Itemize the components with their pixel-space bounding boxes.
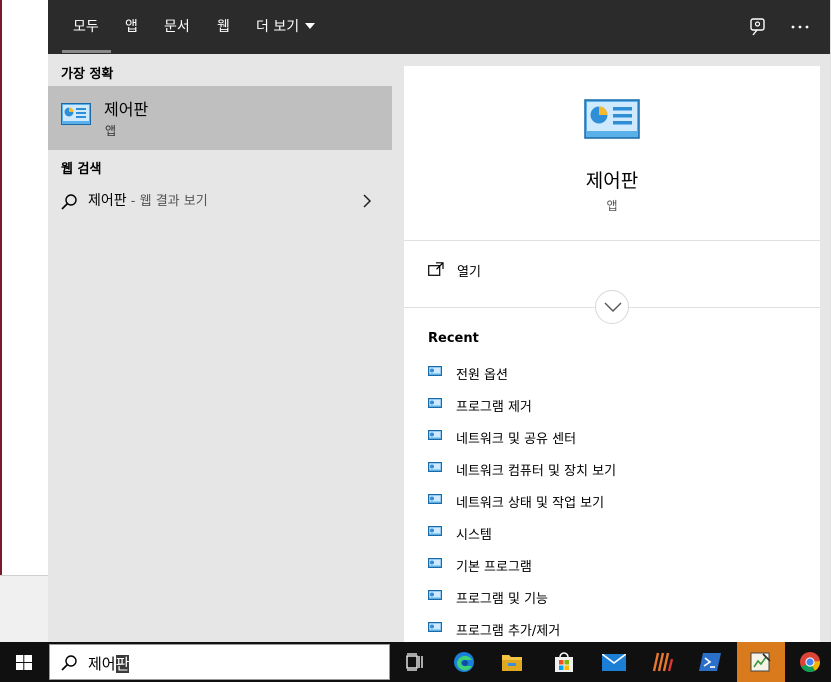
chrome-icon — [800, 652, 820, 673]
control-panel-icon — [428, 558, 442, 568]
recent-item[interactable]: 전원 옵션 — [428, 362, 808, 384]
search-filter-bar: 모두 앱 문서 웹 더 보기 — [48, 0, 830, 54]
recent-item-label: 프로그램 추가/제거 — [456, 624, 561, 639]
web-search-heading: 웹 검색 — [61, 162, 102, 177]
windows-logo-icon — [16, 655, 32, 670]
control-panel-icon — [428, 398, 442, 408]
file-explorer-button[interactable] — [488, 646, 536, 678]
control-panel-icon — [428, 526, 442, 536]
chevron-down-icon — [305, 23, 316, 29]
tab-apps[interactable]: 앱 — [125, 17, 138, 37]
control-panel-icon — [584, 99, 640, 139]
recent-item-label: 전원 옵션 — [456, 368, 508, 383]
recent-item-label: 기본 프로그램 — [456, 560, 532, 575]
open-label: 열기 — [457, 265, 481, 280]
edge-button[interactable] — [440, 646, 488, 678]
taskbar: 제어판 — [0, 642, 831, 682]
recent-item-label: 프로그램 제거 — [456, 400, 532, 415]
chrome-button[interactable] — [786, 646, 831, 678]
recent-heading: Recent — [428, 331, 479, 346]
recent-item-label: 프로그램 및 기능 — [456, 592, 548, 607]
start-button[interactable] — [0, 642, 48, 682]
search-typed-text: 제어 — [88, 655, 116, 673]
tab-documents[interactable]: 문서 — [164, 17, 190, 37]
recent-item-label: 네트워크 및 공유 센터 — [456, 432, 577, 447]
tab-more-label: 더 보기 — [256, 19, 300, 35]
recent-item[interactable]: 프로그램 추가/제거 — [428, 618, 808, 640]
detail-title: 제어판 — [585, 170, 639, 192]
control-panel-icon — [428, 366, 442, 376]
control-panel-icon — [428, 462, 442, 472]
search-icon — [61, 655, 77, 671]
taskbar-search-box[interactable]: 제어판 — [49, 644, 390, 680]
recent-item-label: 네트워크 컴퓨터 및 장치 보기 — [456, 464, 617, 479]
powershell-button[interactable] — [686, 646, 734, 678]
results-list: 가장 정확 제어판 앱 웹 검색 제어판 - 웹 결과 보기 — [48, 54, 392, 642]
web-search-query: 제어판 — [88, 193, 127, 209]
search-icon — [61, 194, 77, 210]
tab-all[interactable]: 모두 — [73, 17, 99, 37]
open-icon — [428, 262, 444, 276]
recent-item-label: 네트워크 상태 및 작업 보기 — [456, 496, 605, 511]
recent-item[interactable]: 프로그램 제거 — [428, 394, 808, 416]
search-composing-char: 판 — [115, 655, 130, 673]
control-panel-icon — [428, 494, 442, 504]
recent-item[interactable]: 프로그램 및 기능 — [428, 586, 808, 608]
background-window-left — [0, 0, 48, 642]
mail-button[interactable] — [590, 646, 638, 678]
store-icon — [555, 652, 573, 672]
active-tab-indicator — [62, 50, 111, 53]
edge-icon — [454, 652, 474, 672]
control-panel-icon — [61, 103, 91, 125]
tab-more[interactable]: 더 보기 — [256, 17, 316, 37]
detail-subtitle: 앱 — [606, 199, 618, 213]
detail-header: 제어판 앱 — [404, 66, 820, 241]
task-view-icon — [406, 653, 423, 671]
best-match-heading: 가장 정확 — [61, 67, 114, 82]
expand-button[interactable] — [595, 290, 629, 324]
mail-icon — [602, 654, 626, 671]
store-button[interactable] — [540, 646, 588, 678]
best-match-title: 제어판 — [104, 100, 149, 119]
search-panel: 모두 앱 문서 웹 더 보기 가장 정확 제어판 앱 웹 검색 제어판 - 웹 … — [48, 0, 830, 642]
background-window-edge — [0, 0, 2, 575]
web-search-suffix: - 웹 결과 보기 — [126, 194, 208, 209]
web-search-text: 제어판 - 웹 결과 보기 — [88, 190, 208, 210]
recent-item[interactable]: 시스템 — [428, 522, 808, 544]
recent-item[interactable]: 네트워크 및 공유 센터 — [428, 426, 808, 448]
task-view-button[interactable] — [392, 646, 440, 678]
app-button[interactable] — [638, 646, 686, 678]
file-explorer-icon — [502, 655, 522, 671]
background-window-footer — [0, 575, 48, 642]
detail-pane: 제어판 앱 열기 Recent 전원 옵션 프로그램 제거 네트워크 및 공유 … — [404, 66, 820, 642]
recent-item[interactable]: 네트워크 컴퓨터 및 장치 보기 — [428, 458, 808, 480]
powershell-icon — [699, 653, 721, 671]
best-match-subtitle: 앱 — [105, 124, 117, 138]
control-panel-icon — [428, 430, 442, 440]
recent-item[interactable]: 네트워크 상태 및 작업 보기 — [428, 490, 808, 512]
recent-item[interactable]: 기본 프로그램 — [428, 554, 808, 576]
control-panel-icon — [428, 590, 442, 600]
editor-icon — [750, 652, 771, 672]
editor-button[interactable] — [737, 642, 785, 682]
control-panel-icon — [428, 622, 442, 632]
chevron-down-icon — [604, 302, 622, 312]
more-options-icon[interactable] — [789, 16, 811, 38]
feedback-icon[interactable] — [748, 16, 770, 38]
search-input[interactable]: 제어판 — [88, 653, 130, 674]
best-match-result[interactable]: 제어판 앱 — [48, 86, 392, 150]
app-icon — [652, 652, 673, 672]
recent-item-label: 시스템 — [456, 528, 492, 543]
tab-web[interactable]: 웹 — [217, 17, 230, 37]
chevron-right-icon — [363, 194, 372, 208]
web-search-result[interactable]: 제어판 - 웹 결과 보기 — [48, 186, 392, 216]
